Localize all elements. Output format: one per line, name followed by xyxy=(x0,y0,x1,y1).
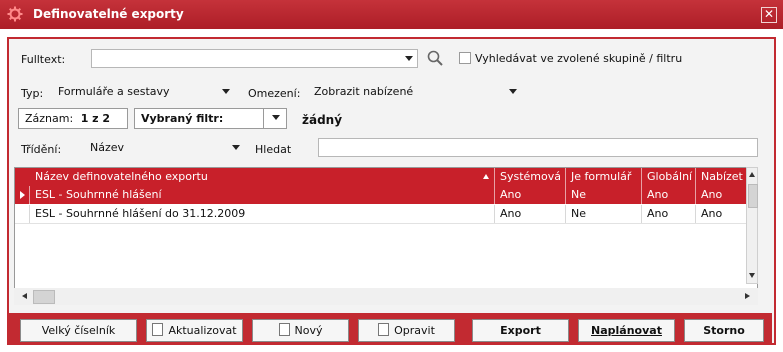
chevron-down-icon[interactable] xyxy=(222,89,230,94)
scroll-right-icon[interactable] xyxy=(745,293,750,299)
window-title: Definovatelné exporty xyxy=(33,7,184,21)
scroll-thumb[interactable] xyxy=(33,290,55,304)
edit-button[interactable]: Opravit xyxy=(358,319,455,342)
exports-table: Název definovatelného exportu Systémová … xyxy=(14,167,758,305)
sort-up-icon xyxy=(483,174,489,179)
type-select[interactable]: Formuláře a sestavy xyxy=(52,82,235,101)
selected-filter-label: Vybraný filtr: xyxy=(141,112,224,125)
cell-form: Ne xyxy=(565,186,641,204)
find-input[interactable] xyxy=(318,138,758,157)
gear-icon xyxy=(7,6,23,22)
chevron-down-icon[interactable] xyxy=(272,115,280,120)
table-header: Název definovatelného exportu Systémová … xyxy=(15,168,757,186)
search-in-group-label: Vyhledávat ve zvolené skupině / filtru xyxy=(475,52,683,65)
records-label: Záznam: xyxy=(25,112,74,125)
find-label: Hledat xyxy=(255,143,292,156)
big-codebook-button[interactable]: Velký číselník xyxy=(20,319,137,342)
column-header-name[interactable]: Název definovatelného exportu xyxy=(15,168,494,186)
records-counter: Záznam: 1 z 2 xyxy=(18,108,128,129)
cancel-button[interactable]: Storno xyxy=(684,319,764,342)
cell-system: Ano xyxy=(494,186,565,204)
cell-system: Ano xyxy=(494,205,565,223)
cell-global: Ano xyxy=(641,205,695,223)
scroll-up-icon[interactable] xyxy=(749,172,755,177)
table-row[interactable]: ESL - Souhrnné hlášení do 31.12.2009 Ano… xyxy=(15,205,757,224)
limit-select[interactable]: Zobrazit nabízené xyxy=(308,82,522,101)
table-row[interactable]: ESL - Souhrnné hlášení Ano Ne Ano Ano xyxy=(15,186,757,204)
cell-name: ESL - Souhrnné hlášení do 31.12.2009 xyxy=(29,205,494,223)
refresh-button[interactable]: Aktualizovat xyxy=(146,319,243,342)
records-value: 1 z 2 xyxy=(80,112,111,125)
column-header-system[interactable]: Systémová xyxy=(494,168,565,186)
title-bar: Definovatelné exporty ✕ xyxy=(0,0,783,29)
search-icon[interactable] xyxy=(427,50,443,66)
limit-label: Omezení: xyxy=(248,87,301,100)
selected-filter-value: žádný xyxy=(302,113,343,127)
cell-global: Ano xyxy=(641,186,695,204)
schedule-button[interactable]: Naplánovat xyxy=(578,319,675,342)
row-pointer-icon xyxy=(20,191,25,199)
scroll-left-icon[interactable] xyxy=(22,293,27,299)
vertical-scrollbar[interactable] xyxy=(746,167,758,284)
scroll-thumb[interactable] xyxy=(748,184,758,208)
close-icon: ✕ xyxy=(763,7,775,21)
selected-filter-select[interactable]: Vybraný filtr: xyxy=(134,108,287,129)
scroll-down-icon[interactable] xyxy=(749,273,755,278)
column-header-form[interactable]: Je formulář xyxy=(565,168,641,186)
search-in-group-checkbox[interactable] xyxy=(459,52,471,64)
column-header-global[interactable]: Globální xyxy=(641,168,695,186)
chevron-down-icon[interactable] xyxy=(509,89,517,94)
document-icon xyxy=(152,323,164,336)
horizontal-scrollbar[interactable] xyxy=(14,288,758,305)
sort-select[interactable]: Název xyxy=(84,138,245,157)
close-button[interactable]: ✕ xyxy=(761,7,777,23)
new-button[interactable]: Nový xyxy=(252,319,349,342)
edit-icon xyxy=(378,323,390,336)
divider xyxy=(263,109,264,128)
fulltext-label: Fulltext: xyxy=(21,53,66,66)
type-label: Typ: xyxy=(21,87,44,100)
new-document-icon xyxy=(278,323,290,336)
cell-name: ESL - Souhrnné hlášení xyxy=(29,186,494,204)
cell-form: Ne xyxy=(565,205,641,223)
fulltext-input[interactable] xyxy=(91,49,418,68)
sort-label: Třídění: xyxy=(21,143,62,156)
chevron-down-icon[interactable] xyxy=(232,145,240,150)
export-button[interactable]: Export xyxy=(472,319,569,342)
chevron-down-icon[interactable] xyxy=(405,56,413,61)
